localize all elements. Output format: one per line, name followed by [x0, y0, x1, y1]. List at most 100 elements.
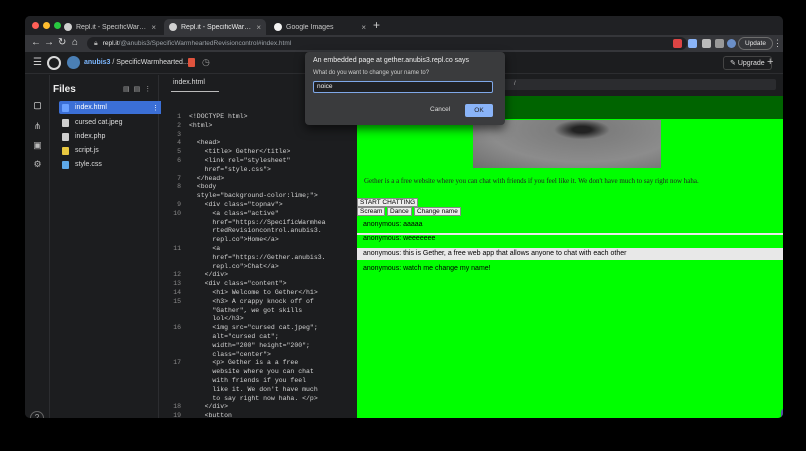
- adblock-extension-icon[interactable]: [673, 39, 682, 48]
- replit-favicon-icon: [169, 23, 177, 31]
- code-line: width="200" height="200";: [189, 341, 310, 349]
- line-number: 2: [177, 121, 181, 129]
- more-icon[interactable]: ⋮: [152, 104, 159, 112]
- file-item-style-css[interactable]: style.css: [59, 158, 163, 171]
- line-number: 10: [173, 209, 181, 217]
- replit-favicon-icon: [64, 23, 72, 31]
- line-number: 15: [173, 297, 181, 305]
- dialog-title: An embedded page at gether.anubis3.repl.…: [313, 57, 470, 64]
- editor-tab[interactable]: index.html: [171, 79, 219, 92]
- profile-avatar[interactable]: [727, 39, 736, 48]
- breadcrumb-project[interactable]: SpecificWarmhearted...: [116, 59, 189, 66]
- address-bar[interactable]: 🔒︎ repl.it /@anubis3/SpecificWarmhearted…: [87, 37, 687, 50]
- files-icon[interactable]: ▢: [32, 100, 43, 111]
- packages-icon[interactable]: ▣: [32, 140, 43, 151]
- tab-close-icon[interactable]: ×: [256, 23, 261, 32]
- puzzle-extensions-icon[interactable]: [715, 39, 724, 48]
- browser-menu-icon[interactable]: ⋮: [773, 38, 782, 49]
- line-number: 4: [177, 139, 181, 147]
- code-line: <link rel="stylesheet": [189, 157, 291, 164]
- line-number: 5: [177, 148, 181, 156]
- reload-icon[interactable]: ↻: [58, 37, 66, 48]
- line-number: 19: [173, 412, 181, 418]
- cancel-button[interactable]: Cancel: [425, 104, 455, 116]
- code-line: <head>: [189, 139, 221, 147]
- ok-button[interactable]: OK: [465, 104, 493, 117]
- new-tab-button[interactable]: +: [373, 18, 380, 32]
- code-line: <a: [189, 245, 221, 252]
- home-icon[interactable]: ⌂: [72, 37, 78, 48]
- update-button[interactable]: Update: [738, 37, 773, 50]
- code-line: style="background-color:lime;">: [189, 192, 318, 200]
- code-line: <h3> A crappy knock off of: [189, 297, 314, 305]
- browser-tab[interactable]: Repl.it - SpecificWarmhearted ×: [59, 19, 161, 35]
- line-number: 9: [177, 201, 181, 208]
- code-line: repl.co">Home</a>: [189, 236, 279, 244]
- file-name: cursed cat.jpeg: [75, 119, 123, 126]
- tab-close-icon[interactable]: ×: [151, 23, 156, 32]
- chat-message: anonymous: aaaaa: [363, 221, 423, 228]
- settings-gear-icon[interactable]: ⚙: [32, 159, 43, 170]
- code-line: repl.co">Chat</a>: [189, 262, 279, 270]
- line-number: 7: [177, 174, 181, 182]
- forward-arrow-icon[interactable]: →: [44, 37, 54, 48]
- prompt-dialog: An embedded page at gether.anubis3.repl.…: [305, 52, 505, 125]
- file-item-script-js[interactable]: script.js: [59, 144, 163, 157]
- file-name: index.php: [75, 133, 106, 140]
- history-icon[interactable]: ◷: [202, 57, 210, 68]
- browser-window: Repl.it - SpecificWarmhearted × Repl.it …: [25, 16, 783, 418]
- replit-logo-icon[interactable]: [47, 56, 61, 70]
- code-line: <a class="active": [189, 209, 279, 217]
- change-name-button[interactable]: Change name: [414, 207, 461, 216]
- start-chatting-button[interactable]: START CHATTING: [357, 198, 419, 207]
- breadcrumb-user[interactable]: anubis3: [84, 59, 110, 66]
- js-file-icon: [62, 146, 69, 155]
- line-number: 14: [173, 289, 181, 296]
- file-icon: [62, 118, 69, 127]
- file-item-index-html[interactable]: index.html ⋮: [59, 101, 163, 114]
- files-panel: Files ▤▤⋮ index.html ⋮ cursed cat.jpeg i…: [51, 75, 163, 418]
- dialog-prompt: What do you want to change your name to?: [313, 70, 430, 76]
- browser-tab[interactable]: Google Images ×: [269, 19, 371, 35]
- extension-icon[interactable]: [702, 39, 711, 48]
- url-path: /@anubis3/SpecificWarmheartedRevisioncon…: [118, 40, 292, 47]
- code-line: <button: [189, 412, 232, 418]
- code-line: like it. We don't have much: [189, 385, 318, 393]
- close-window-button[interactable]: [32, 22, 39, 29]
- bookmark-star-icon[interactable]: [688, 39, 697, 48]
- menu-icon[interactable]: ☰: [33, 57, 42, 68]
- file-name: style.css: [75, 161, 102, 168]
- files-title: Files: [53, 84, 76, 95]
- webview-pane: / Gether is a a free website where you c…: [352, 75, 783, 418]
- upgrade-button[interactable]: ✎ Upgrade: [723, 56, 772, 70]
- file-tools[interactable]: ▤▤⋮: [123, 85, 155, 93]
- tab-close-icon[interactable]: ×: [361, 23, 366, 32]
- add-button[interactable]: +: [767, 56, 773, 68]
- minimize-window-button[interactable]: [43, 22, 50, 29]
- breadcrumb: anubis3 / SpecificWarmhearted...: [84, 59, 189, 66]
- line-number: 12: [173, 271, 181, 279]
- file-item-index-php[interactable]: index.php: [59, 130, 163, 143]
- css-file-icon: [62, 160, 69, 169]
- share-icon[interactable]: ⋔: [32, 121, 43, 132]
- browser-tab-active[interactable]: Repl.it - SpecificWarmhearted ×: [164, 19, 266, 35]
- code-line: </div>: [189, 271, 229, 279]
- upgrade-label: Upgrade: [737, 59, 765, 67]
- lock-icon: 🔒︎: [94, 39, 98, 47]
- html-badge-icon: [188, 58, 195, 67]
- scream-button[interactable]: Scream: [357, 207, 386, 216]
- help-button[interactable]: ?: [30, 411, 44, 418]
- line-number: 1: [177, 113, 181, 120]
- chat-message: anonymous: watch me change my name!: [363, 265, 491, 272]
- name-input[interactable]: noice: [313, 81, 493, 93]
- code-line: <body: [189, 183, 217, 191]
- code-line: <img src="cursed cat.jpeg";: [189, 324, 318, 332]
- send-message-icon[interactable]: ▤: [781, 409, 783, 418]
- file-item-cursed-cat[interactable]: cursed cat.jpeg: [59, 116, 163, 129]
- browser-toolbar: ← → ↻ ⌂ 🔒︎ repl.it /@anubis3/SpecificWar…: [25, 35, 783, 52]
- back-arrow-icon[interactable]: ←: [31, 37, 41, 48]
- dance-button[interactable]: Dance: [387, 207, 412, 216]
- code-editor[interactable]: index.html 1 <!DOCTYPE html> 2 <html> 3 4 <he…: [161, 75, 345, 418]
- user-avatar[interactable]: [67, 56, 80, 69]
- code-line: href="style.css">: [189, 165, 271, 173]
